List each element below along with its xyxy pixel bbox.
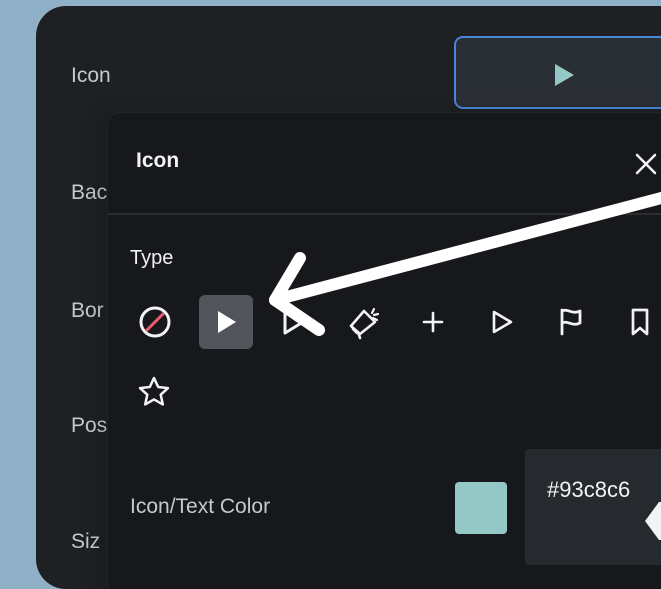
- plus-icon: [422, 311, 444, 333]
- icon-option-play-outline[interactable]: [475, 295, 529, 349]
- color-swatch[interactable]: [455, 482, 507, 534]
- star-icon: [138, 376, 170, 406]
- border-setting-label: Bor: [71, 299, 104, 322]
- icon-option-play-filled[interactable]: [199, 295, 253, 349]
- none-icon: [139, 306, 171, 338]
- type-label: Type: [130, 247, 174, 269]
- icon-option-bookmark[interactable]: [613, 295, 661, 349]
- icon-text-color-label: Icon/Text Color: [130, 495, 271, 518]
- icon-popover: Icon Type Icon/Text Color #93c8c6: [108, 113, 661, 589]
- bookmark-icon: [631, 308, 649, 336]
- forward-icon: [283, 309, 305, 335]
- close-button[interactable]: [629, 147, 661, 181]
- play-outline-icon: [492, 310, 513, 334]
- icon-picker-button[interactable]: [454, 36, 661, 109]
- icon-option-forward[interactable]: [268, 295, 322, 349]
- background-setting-label: Bac: [71, 181, 108, 204]
- size-setting-label: Siz: [71, 530, 101, 553]
- flag-icon: [560, 308, 582, 336]
- icon-setting-label: Icon: [71, 64, 111, 87]
- icon-option-star[interactable]: [127, 365, 181, 419]
- close-icon: [635, 153, 657, 175]
- popover-title: Icon: [136, 149, 180, 172]
- icon-option-megaphone[interactable]: [337, 295, 391, 349]
- icon-option-plus[interactable]: [406, 295, 460, 349]
- play-filled-icon: [218, 311, 236, 333]
- screen: Icon Bac Bor Pos Siz Icon Type Icon/Text…: [0, 0, 661, 589]
- hex-color-value: #93c8c6: [547, 477, 631, 502]
- play-preview-icon: [555, 64, 574, 86]
- position-setting-label: Pos: [71, 414, 108, 437]
- megaphone-icon: [349, 307, 380, 340]
- icon-option-none[interactable]: [128, 295, 182, 349]
- color-picker-pointer-icon: [645, 502, 661, 540]
- icon-option-flag[interactable]: [544, 295, 598, 349]
- popover-divider: [108, 213, 661, 215]
